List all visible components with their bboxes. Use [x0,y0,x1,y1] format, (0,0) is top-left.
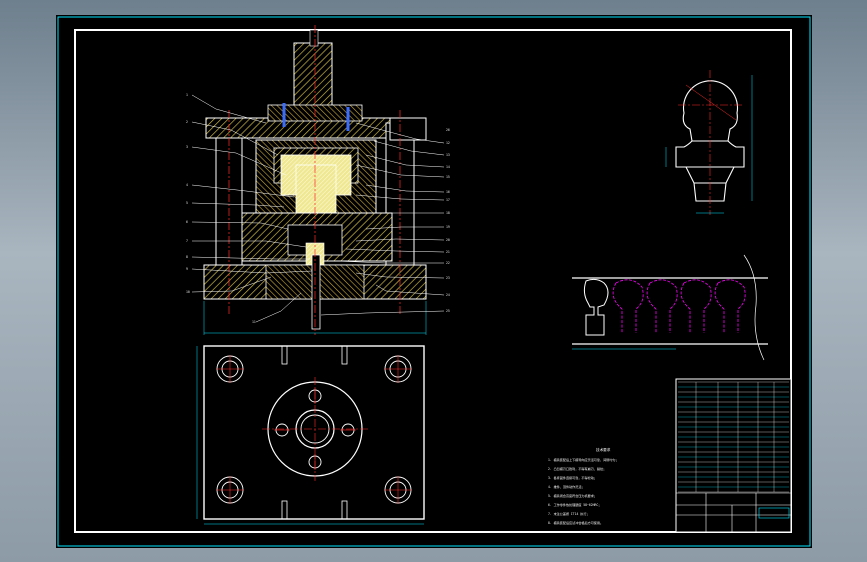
svg-text:11: 11 [252,320,256,324]
svg-text:7. 未注公差按 IT14 执行；: 7. 未注公差按 IT14 执行； [548,511,590,516]
svg-text:2. 凸凹模刃口锋利，不得有崩刃、裂纹；: 2. 凸凹模刃口锋利，不得有崩刃、裂纹； [548,466,606,471]
svg-text:10: 10 [186,290,190,294]
svg-text:5: 5 [186,201,188,205]
svg-text:22: 22 [446,261,450,265]
plan-view [196,345,425,525]
svg-text:4: 4 [186,183,188,187]
part-numbers-right: 12 13 14 15 16 17 18 19 20 21 22 23 24 2… [446,128,450,313]
svg-text:14: 14 [446,165,450,169]
svg-text:6. 工作零件热处理硬度 58~62HRC；: 6. 工作零件热处理硬度 58~62HRC； [548,502,601,507]
svg-text:13: 13 [446,153,450,157]
cad-viewport: 1 2 3 4 5 6 7 8 9 10 11 12 13 14 15 16 1… [0,0,867,562]
svg-text:4. 推件、顶件动作灵活；: 4. 推件、顶件动作灵活； [548,484,585,489]
svg-text:1. 模具装配后上下模导向应灵活可靠，间隙均匀；: 1. 模具装配后上下模导向应灵活可靠，间隙均匀； [548,457,619,462]
svg-text:5. 模具闭合高度符合压力机要求；: 5. 模具闭合高度符合压力机要求； [548,493,597,498]
svg-text:1: 1 [186,93,188,97]
svg-text:21: 21 [446,250,450,254]
svg-text:技术要求: 技术要求 [596,447,611,452]
part-detail-marks [665,70,753,215]
svg-text:7: 7 [186,239,188,243]
svg-text:12: 12 [446,141,450,145]
svg-text:9: 9 [186,267,188,271]
technical-notes: 技术要求 1. 模具装配后上下模导向应灵活可靠，间隙均匀； 2. 凸凹模刃口锋利… [548,447,619,525]
svg-text:15: 15 [446,175,450,179]
svg-text:18: 18 [446,211,450,215]
strip-layout [572,254,768,361]
title-block [675,378,792,533]
svg-text:3. 各紧固件连接可靠，不得松动；: 3. 各紧固件连接可靠，不得松动； [548,475,597,480]
svg-text:6: 6 [186,220,188,224]
die-assembly-drawing: 1 2 3 4 5 6 7 8 9 10 11 12 13 14 15 16 1… [57,16,811,547]
svg-text:8: 8 [186,255,188,259]
main-section-view [203,25,427,335]
svg-text:2: 2 [186,120,188,124]
svg-text:24: 24 [446,293,450,297]
svg-text:26: 26 [446,128,450,132]
svg-text:20: 20 [446,238,450,242]
svg-text:17: 17 [446,198,450,202]
svg-text:23: 23 [446,276,450,280]
drawing-sheet: 1 2 3 4 5 6 7 8 9 10 11 12 13 14 15 16 1… [56,15,812,548]
svg-text:25: 25 [446,309,450,313]
svg-text:3: 3 [186,145,188,149]
svg-text:19: 19 [446,225,450,229]
svg-text:8. 模具装配后应试冲合格后方可使用。: 8. 模具装配后应试冲合格后方可使用。 [548,520,603,525]
svg-text:16: 16 [446,190,450,194]
